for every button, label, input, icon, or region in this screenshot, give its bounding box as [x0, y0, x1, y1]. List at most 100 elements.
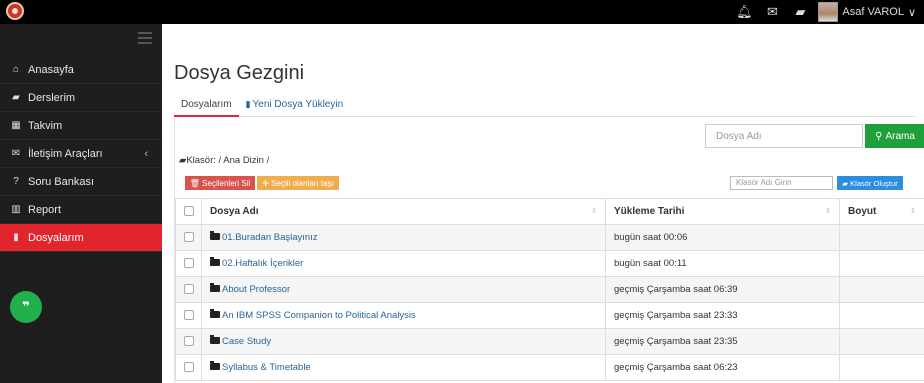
search-input[interactable]: Dosya Adı: [705, 124, 863, 148]
tab-label: Yeni Dosya Yükleyin: [252, 99, 344, 110]
table-row: About Professor geçmiş Çarşamba saat 06:…: [175, 276, 924, 303]
sidebar-item-anasayfa[interactable]: ⌂ Anasayfa: [0, 56, 162, 84]
sidebar-item-takvim[interactable]: ▦ Takvim: [0, 112, 162, 140]
file-icon: ▮: [245, 99, 251, 109]
select-all-cell: [175, 198, 202, 225]
move-icon: ✛: [262, 178, 269, 188]
folder-icon: [210, 256, 220, 266]
mail-icon: ✉: [11, 148, 21, 159]
folder-link[interactable]: 01.Buradan Başlayınız: [222, 232, 318, 243]
user-menu[interactable]: Asaf VAROL ∨: [818, 2, 916, 22]
sidebar-menu: ⌂ Anasayfa ▰ Derslerim ▦ Takvim ✉ İletiş…: [0, 56, 162, 252]
table-row: An IBM SPSS Companion to Political Analy…: [175, 302, 924, 329]
delete-selected-button[interactable]: 🗑︎ Seçilenleri Sil: [185, 176, 255, 190]
column-header-name[interactable]: Dosya Adı ⇕: [201, 198, 606, 225]
sidebar: ⌂ Anasayfa ▰ Derslerim ▦ Takvim ✉ İletiş…: [0, 24, 162, 383]
column-header-size[interactable]: Boyut ⇕: [839, 198, 924, 225]
sidebar-item-label: Soru Bankası: [28, 175, 95, 188]
book-icon: ▰: [12, 92, 20, 103]
book-icon[interactable]: ▰: [786, 0, 814, 24]
move-label: Seçili olanları taşı: [271, 178, 334, 188]
trash-icon: 🗑︎: [189, 178, 200, 188]
menu-toggle-icon[interactable]: [138, 32, 152, 44]
folder-icon: [210, 360, 220, 370]
upload-date-cell: geçmiş Çarşamba saat 06:23: [605, 354, 840, 381]
sidebar-item-derslerim[interactable]: ▰ Derslerim: [0, 84, 162, 112]
sidebar-item-label: Dosyalarım: [28, 231, 84, 244]
row-select-cell: [175, 354, 202, 381]
create-label: Klasör Oluştur: [850, 178, 898, 188]
file-table: Dosya Adı ⇕ Yükleme Tarihi ⇕ Boyut ⇕ 01.Bur…: [175, 198, 924, 381]
upload-date-cell: bugün saat 00:06: [605, 224, 840, 251]
row-checkbox[interactable]: [183, 362, 194, 373]
file-name-cell: An IBM SPSS Companion to Political Analy…: [201, 302, 606, 329]
select-all-checkbox[interactable]: [183, 206, 194, 217]
size-cell: [839, 302, 924, 329]
search-button[interactable]: ⚲ Arama: [865, 124, 924, 148]
sidebar-item-iletisim[interactable]: ✉ İletişim Araçları ‹: [0, 140, 162, 168]
table-row: 02.Haftalık İçerikler bugün saat 00:11: [175, 250, 924, 277]
upload-date-cell: geçmiş Çarşamba saat 06:39: [605, 276, 840, 303]
row-select-cell: [175, 276, 202, 303]
delete-label: Seçilenleri Sil: [202, 178, 251, 188]
create-folder-button[interactable]: ▰ Klasör Oluştur: [837, 176, 903, 190]
search-button-label: Arama: [885, 130, 915, 142]
page-title: Dosya Gezgini: [174, 62, 305, 84]
row-select-cell: [175, 328, 202, 355]
sidebar-item-dosyalarim[interactable]: ▮ Dosyalarım: [0, 224, 162, 252]
question-icon: ?: [13, 176, 19, 187]
report-icon: ▥: [11, 204, 21, 215]
folder-link[interactable]: Syllabus & Timetable: [222, 362, 311, 373]
folder-icon: [210, 282, 220, 292]
size-cell: [839, 328, 924, 355]
column-header-date[interactable]: Yükleme Tarihi ⇕: [605, 198, 840, 225]
file-panel: Dosya Adı ⚲ Arama ▰Klasör: / Ana Dizin /…: [174, 117, 924, 383]
sidebar-item-label: Anasayfa: [28, 63, 74, 76]
top-actions: 🔔︎ ✉ ▰ Asaf VAROL ∨: [730, 0, 916, 24]
sidebar-item-label: Derslerim: [28, 91, 76, 104]
file-name-cell: 01.Buradan Başlayınız: [201, 224, 606, 251]
search-icon: ⚲: [875, 130, 883, 142]
move-selected-button[interactable]: ✛ Seçili olanları taşı: [257, 176, 339, 190]
sidebar-item-label: Takvim: [28, 119, 63, 132]
row-checkbox[interactable]: [183, 258, 194, 269]
folder-link[interactable]: 02.Haftalık İçerikler: [222, 258, 303, 269]
row-checkbox[interactable]: [183, 336, 194, 347]
folder-link[interactable]: An IBM SPSS Companion to Political Analy…: [222, 310, 416, 321]
university-logo[interactable]: [6, 2, 24, 20]
chat-quote-button[interactable]: ❞: [10, 291, 42, 323]
folder-link[interactable]: About Professor: [222, 284, 290, 295]
tab-dosyalarim[interactable]: Dosyalarım: [174, 94, 239, 117]
tab-yeni-dosya[interactable]: ▮ Yeni Dosya Yükleyin: [239, 94, 351, 117]
home-icon: ⌂: [12, 64, 20, 75]
chevron-left-icon: ‹: [144, 147, 148, 160]
sidebar-item-label: İletişim Araçları: [28, 147, 103, 160]
row-checkbox[interactable]: [183, 284, 194, 295]
folder-icon: [210, 230, 220, 240]
folder-link[interactable]: Case Study: [222, 336, 271, 347]
user-name: Asaf VAROL: [842, 6, 904, 18]
sort-icon: ⇕: [825, 208, 831, 215]
file-name-cell: 02.Haftalık İçerikler: [201, 250, 606, 277]
calendar-icon: ▦: [11, 120, 21, 131]
file-name-cell: About Professor: [201, 276, 606, 303]
sort-icon: ⇕: [591, 208, 597, 215]
avatar: [818, 2, 839, 22]
upload-date-cell: geçmiş Çarşamba saat 23:35: [605, 328, 840, 355]
row-select-cell: [175, 250, 202, 277]
table-row: Syllabus & Timetable geçmiş Çarşamba saa…: [175, 354, 924, 381]
folder-name-input[interactable]: Klasör Adı Girin: [730, 176, 833, 190]
row-select-cell: [175, 224, 202, 251]
sort-icon: ⇕: [910, 208, 916, 215]
sidebar-item-report[interactable]: ▥ Report: [0, 196, 162, 224]
upload-date-cell: bugün saat 00:11: [605, 250, 840, 277]
row-checkbox[interactable]: [183, 310, 194, 321]
sidebar-item-soru-bankasi[interactable]: ? Soru Bankası: [0, 168, 162, 196]
bell-icon[interactable]: 🔔︎: [730, 0, 758, 24]
file-name-cell: Case Study: [201, 328, 606, 355]
row-checkbox[interactable]: [183, 232, 194, 243]
file-icon: ▮: [13, 232, 19, 243]
mail-icon[interactable]: ✉: [758, 0, 786, 24]
top-bar: 🔔︎ ✉ ▰ Asaf VAROL ∨: [0, 0, 924, 24]
tab-bar: Dosyalarım ▮ Yeni Dosya Yükleyin: [174, 94, 916, 117]
